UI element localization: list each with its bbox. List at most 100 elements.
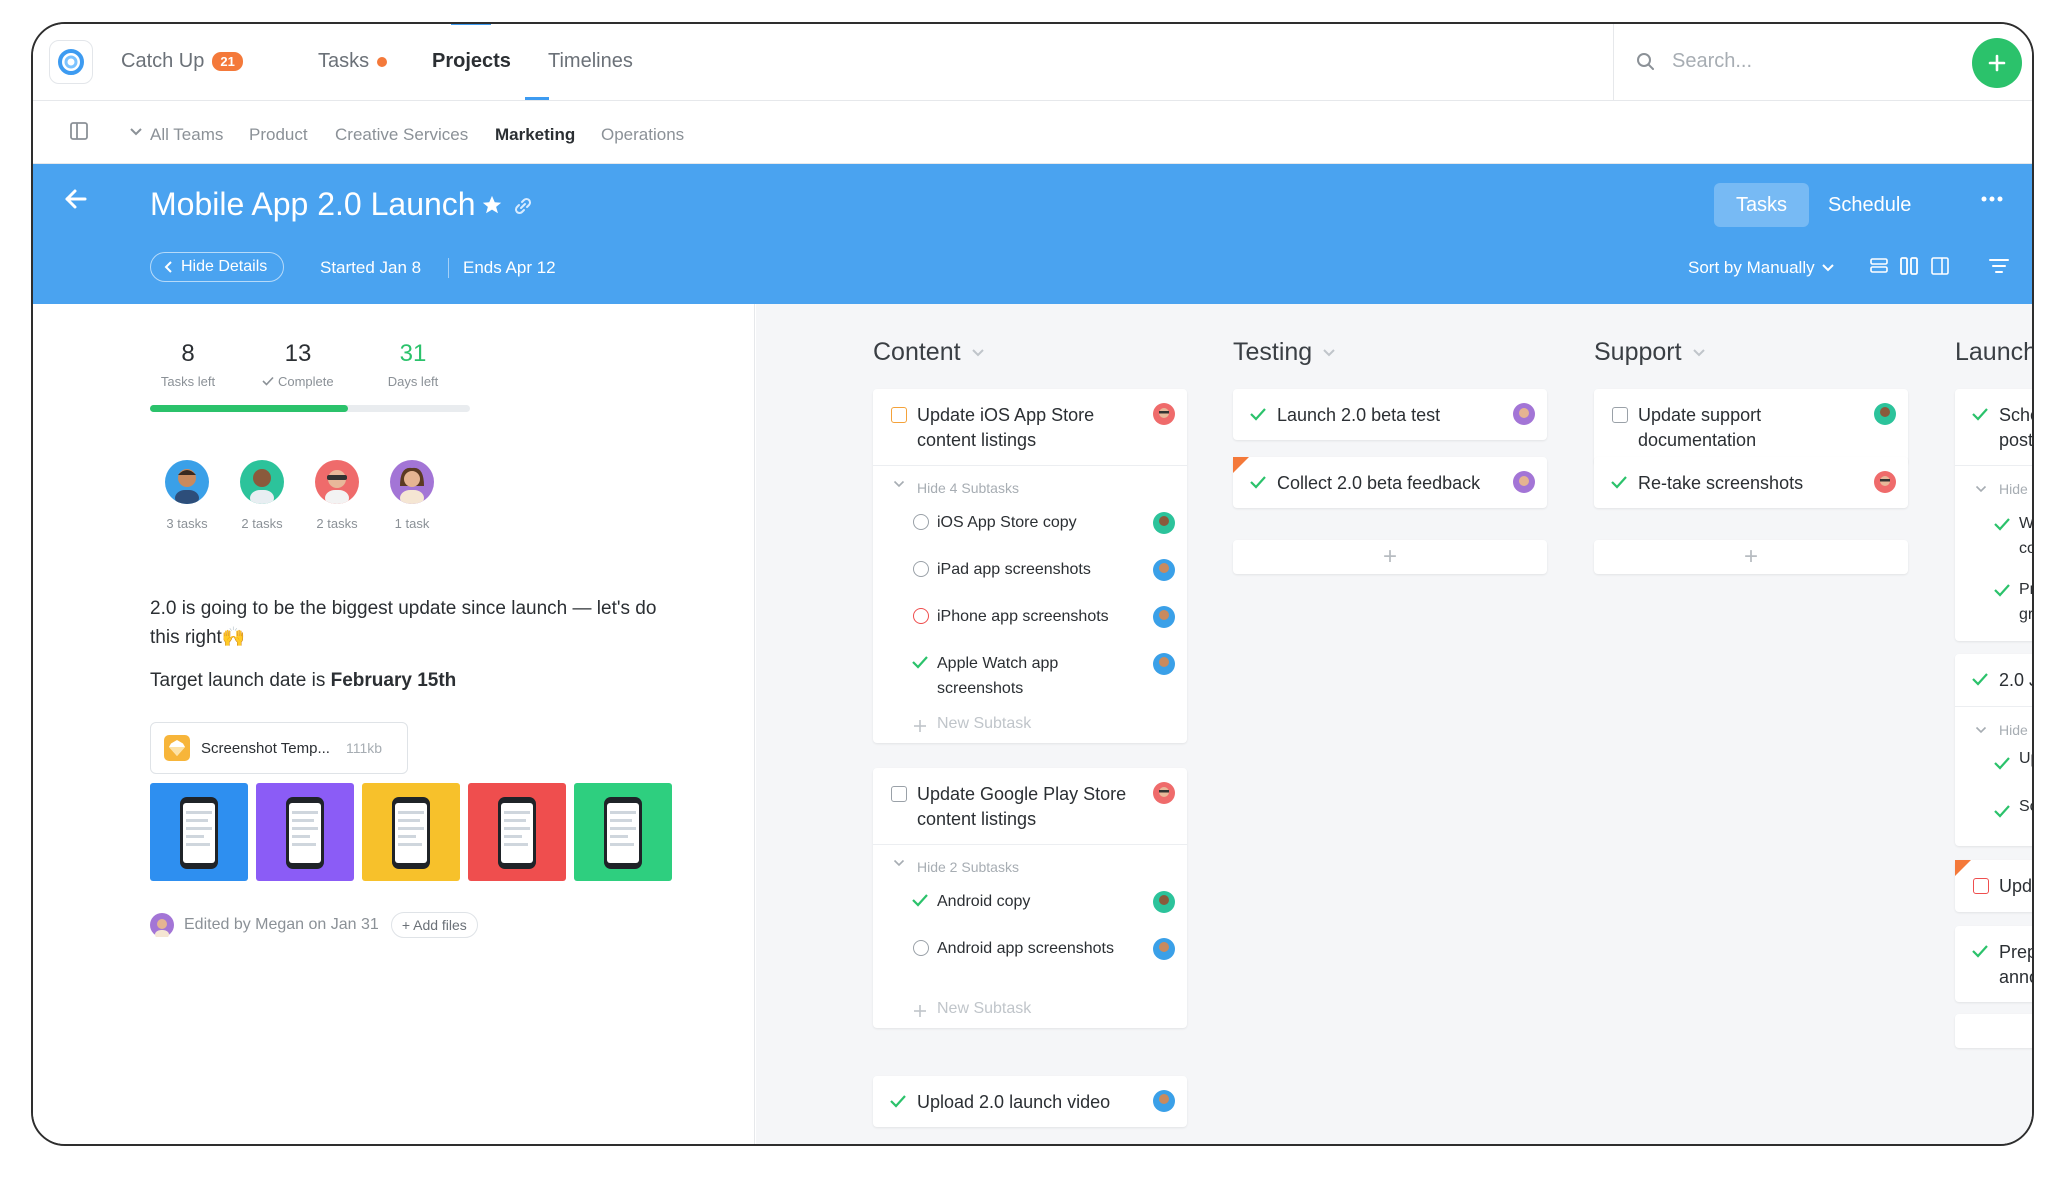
board-view-icon[interactable] xyxy=(1899,256,1919,276)
link-icon[interactable] xyxy=(513,196,533,216)
check-icon[interactable] xyxy=(1249,475,1267,489)
team-tab-marketing[interactable]: Marketing xyxy=(495,125,575,145)
check-icon[interactable] xyxy=(911,655,929,669)
task-card[interactable]: Upload 2.0 launch video xyxy=(873,1076,1187,1127)
stat-tasks-left: 8 Tasks left xyxy=(150,340,226,389)
split-view-icon[interactable] xyxy=(1930,256,1950,276)
task-card[interactable]: Re-take screenshots xyxy=(1594,457,1908,508)
app-logo[interactable] xyxy=(49,40,93,84)
task-card[interactable]: Update xyxy=(1955,860,2033,912)
add-card-button[interactable] xyxy=(1955,1014,2032,1048)
subtasks-toggle[interactable]: Hide 2 Subtasks xyxy=(873,845,1187,883)
task-card[interactable]: Schedu post Hide 2 Su Write copy Prepa g… xyxy=(1955,389,2032,641)
check-icon[interactable] xyxy=(1971,672,1989,686)
column-header-launch[interactable]: Launch Co xyxy=(1955,338,2032,367)
team-tab-operations[interactable]: Operations xyxy=(601,125,684,145)
check-icon[interactable] xyxy=(1993,756,2011,770)
check-icon[interactable] xyxy=(1610,475,1628,489)
member-3[interactable]: 2 tasks xyxy=(307,460,367,531)
column-header-content[interactable]: Content xyxy=(873,338,985,367)
nav-tab-tasks[interactable]: Tasks xyxy=(318,50,388,73)
image-thumbnail[interactable] xyxy=(574,783,672,881)
check-icon[interactable] xyxy=(1249,407,1267,421)
member-2[interactable]: 2 tasks xyxy=(232,460,292,531)
task-checkbox[interactable] xyxy=(891,407,907,423)
subtasks-toggle[interactable]: Hide 4 Subtasks xyxy=(873,466,1187,504)
team-tab-all-teams[interactable]: All Teams xyxy=(150,125,223,145)
check-icon[interactable] xyxy=(1993,583,2011,597)
add-card-button[interactable]: + xyxy=(1233,540,1547,574)
active-tab-underline xyxy=(525,97,549,100)
task-checkbox[interactable] xyxy=(1973,878,1989,894)
check-icon[interactable] xyxy=(911,893,929,907)
back-arrow-icon[interactable] xyxy=(63,186,89,212)
attachment-file[interactable]: Screenshot Temp... 111kb xyxy=(150,722,408,774)
task-checkbox[interactable] xyxy=(1612,407,1628,423)
assignee-avatar xyxy=(1513,471,1535,493)
chevron-down-icon xyxy=(130,128,142,136)
add-files-button[interactable]: + Add files xyxy=(390,912,478,938)
progress-fill xyxy=(150,405,349,412)
team-tab-creative-services[interactable]: Creative Services xyxy=(335,125,468,145)
check-icon[interactable] xyxy=(1971,944,1989,958)
avatar xyxy=(315,460,359,504)
check-icon[interactable] xyxy=(1971,407,1989,421)
add-button[interactable] xyxy=(1972,38,2022,88)
member-4[interactable]: 1 task xyxy=(382,460,442,531)
check-icon[interactable] xyxy=(1993,517,2011,531)
nav-tab-catch-up[interactable]: Catch Up 21 xyxy=(121,50,243,73)
star-icon[interactable] xyxy=(481,194,503,216)
list-view-icon[interactable] xyxy=(1869,256,1889,276)
subtask[interactable]: Android app screenshots xyxy=(873,930,1187,994)
subtask-checkbox[interactable] xyxy=(913,561,929,577)
more-options-icon[interactable] xyxy=(1979,186,2005,212)
search-input[interactable] xyxy=(1672,50,1952,73)
check-icon[interactable] xyxy=(889,1094,907,1108)
subtask-checkbox[interactable] xyxy=(913,608,929,624)
subtask[interactable]: Android copy xyxy=(873,883,1187,930)
task-card[interactable]: Collect 2.0 beta feedback xyxy=(1233,457,1547,508)
add-card-button[interactable]: + xyxy=(1594,540,1908,574)
image-thumbnail[interactable] xyxy=(150,783,248,881)
task-card[interactable]: 2.0 Jour Hide 2 Su Updat Schec xyxy=(1955,654,2032,846)
column-title: Content xyxy=(873,338,961,366)
chevron-down-icon xyxy=(893,859,905,867)
task-card[interactable]: Update support documentation xyxy=(1594,389,1908,465)
image-thumbnail[interactable] xyxy=(362,783,460,881)
subtasks-toggle-label[interactable]: Hide 2 Su xyxy=(1999,481,2032,497)
subtask[interactable]: iPad app screenshots xyxy=(873,551,1187,598)
image-thumbnail[interactable] xyxy=(256,783,354,881)
check-icon[interactable] xyxy=(1993,804,2011,818)
subtask-checkbox[interactable] xyxy=(913,940,929,956)
team-tab-product[interactable]: Product xyxy=(249,125,308,145)
nav-tab-projects[interactable]: Projects xyxy=(432,50,511,73)
task-checkbox[interactable] xyxy=(891,786,907,802)
add-card-button[interactable]: + xyxy=(873,1144,1187,1146)
member-1[interactable]: 3 tasks xyxy=(157,460,217,531)
task-card[interactable]: Launch 2.0 beta test xyxy=(1233,389,1547,440)
sidebar-toggle-icon[interactable] xyxy=(69,121,89,141)
column-header-testing[interactable]: Testing xyxy=(1233,338,1336,367)
target-date-value: February 15th xyxy=(330,670,457,691)
filter-icon[interactable] xyxy=(1988,256,2010,276)
nav-tab-timelines[interactable]: Timelines xyxy=(548,50,633,73)
task-card[interactable]: Update Google Play Store content listing… xyxy=(873,768,1187,1028)
view-tasks-button[interactable]: Tasks xyxy=(1714,183,1809,227)
chevron-down-icon xyxy=(1975,726,1987,734)
subtasks-toggle-label[interactable]: Hide 2 Su xyxy=(1999,722,2032,738)
subtask[interactable]: iPhone app screenshots xyxy=(873,598,1187,645)
new-subtask-button[interactable]: New Subtask xyxy=(873,994,1187,1028)
avatar xyxy=(165,460,209,504)
image-thumbnail[interactable] xyxy=(468,783,566,881)
sort-dropdown[interactable]: Sort by Manually xyxy=(1688,258,1835,278)
view-schedule-button[interactable]: Schedule xyxy=(1828,194,1911,217)
subtask[interactable]: Apple Watch app screenshots xyxy=(873,645,1187,709)
new-subtask-button[interactable]: New Subtask xyxy=(873,709,1187,743)
subtask-checkbox[interactable] xyxy=(913,514,929,530)
column-header-support[interactable]: Support xyxy=(1594,338,1706,367)
task-card[interactable]: Update iOS App Store content listings Hi… xyxy=(873,389,1187,743)
hide-details-button[interactable]: Hide Details xyxy=(150,252,285,282)
task-card[interactable]: Prep so announ xyxy=(1955,926,2032,1002)
subtask[interactable]: iOS App Store copy xyxy=(873,504,1187,551)
task-title: Update xyxy=(1999,876,2033,896)
